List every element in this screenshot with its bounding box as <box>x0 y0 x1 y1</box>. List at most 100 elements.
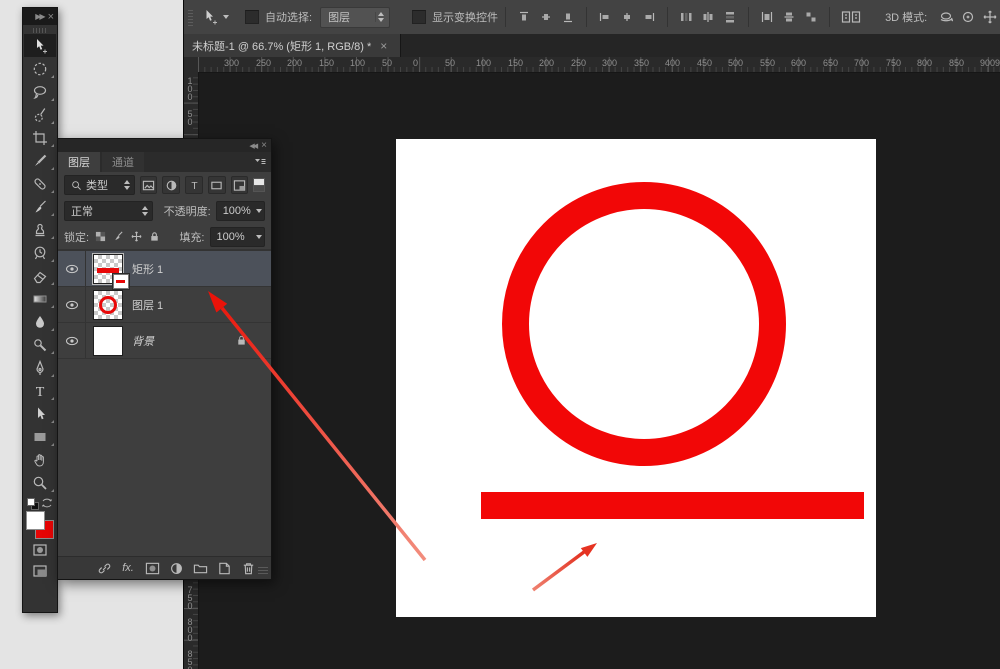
swap-colors-icon[interactable] <box>41 497 53 509</box>
tool-clone-stamp[interactable] <box>24 218 56 241</box>
panel-resize-grip[interactable] <box>258 566 268 574</box>
tool-type[interactable]: T <box>24 379 56 402</box>
canvas[interactable] <box>396 139 876 617</box>
distribute-top-edges-icon[interactable] <box>677 8 695 26</box>
quick-mask-button[interactable] <box>24 539 56 560</box>
adjustment-layer-icon[interactable] <box>168 560 184 576</box>
toolbox-grip[interactable] <box>33 28 47 33</box>
tool-spot-healing-brush[interactable] <box>24 172 56 195</box>
close-panel-icon[interactable]: × <box>261 140 267 151</box>
distribute-right-edges-icon[interactable] <box>802 8 820 26</box>
panel-menu-icon[interactable] <box>253 156 267 168</box>
3d-roll-icon[interactable] <box>959 8 977 26</box>
tab-channels[interactable]: 通道 <box>102 152 144 172</box>
new-layer-icon[interactable] <box>216 560 232 576</box>
layer-style-button[interactable]: fx. <box>120 560 136 576</box>
lock-pixels-icon[interactable] <box>112 230 125 243</box>
show-transform-checkbox[interactable] <box>412 10 426 24</box>
filter-pixel-layers-icon[interactable] <box>140 176 158 194</box>
close-panel-icon[interactable]: × <box>48 11 54 23</box>
tool-rectangle-shape[interactable] <box>24 425 56 448</box>
ruler-label: 350 <box>634 58 649 68</box>
distribute-left-edges-icon[interactable] <box>758 8 776 26</box>
tool-move[interactable] <box>24 34 56 57</box>
fill-field[interactable]: 100% <box>210 227 265 247</box>
layer-name[interactable]: 图层 1 <box>132 297 163 313</box>
delete-layer-icon[interactable] <box>240 560 256 576</box>
visibility-toggle[interactable] <box>58 323 86 358</box>
distribute-bottom-edges-icon[interactable] <box>721 8 739 26</box>
tool-gradient[interactable] <box>24 287 56 310</box>
opacity-field[interactable]: 100% <box>216 201 265 221</box>
lock-all-icon[interactable] <box>148 230 161 243</box>
align-horizontal-centers-icon[interactable] <box>618 8 636 26</box>
filter-type-layers-icon[interactable]: T <box>185 176 203 194</box>
layer-thumbnail[interactable] <box>93 290 123 320</box>
tool-eraser[interactable] <box>24 264 56 287</box>
new-group-icon[interactable] <box>192 560 208 576</box>
tool-eyedropper[interactable] <box>24 149 56 172</box>
distribute-horizontal-centers-icon[interactable] <box>780 8 798 26</box>
layer-name[interactable]: 背景 <box>132 333 154 349</box>
tool-history-brush[interactable] <box>24 241 56 264</box>
tool-preset-caret-icon[interactable] <box>223 15 229 19</box>
auto-select-dropdown[interactable]: 图层 <box>320 7 390 28</box>
options-grip[interactable] <box>188 8 193 26</box>
visibility-toggle[interactable] <box>58 287 86 322</box>
tool-pen[interactable] <box>24 356 56 379</box>
tool-crop[interactable] <box>24 126 56 149</box>
tool-brush[interactable] <box>24 195 56 218</box>
tool-path-selection[interactable] <box>24 402 56 425</box>
align-left-edges-icon[interactable] <box>596 8 614 26</box>
blend-mode-dropdown[interactable]: 正常 <box>64 201 153 221</box>
link-layers-icon[interactable] <box>96 560 112 576</box>
fill-label: 填充: <box>179 229 204 245</box>
tool-lasso[interactable] <box>24 80 56 103</box>
tool-quick-selection[interactable] <box>24 103 56 126</box>
align-vertical-centers-icon[interactable] <box>537 8 555 26</box>
align-right-edges-icon[interactable] <box>640 8 658 26</box>
layer-name[interactable]: 矩形 1 <box>132 261 163 277</box>
filter-toggle-switch[interactable] <box>253 178 265 192</box>
collapse-panel-icon[interactable]: ▶▶ <box>35 12 43 21</box>
tool-zoom[interactable] <box>24 471 56 494</box>
distribute-vertical-centers-icon[interactable] <box>699 8 717 26</box>
show-transform-label: 显示变换控件 <box>432 9 498 25</box>
visibility-toggle[interactable] <box>58 251 86 286</box>
ruler-label: 200 <box>539 58 554 68</box>
tool-hand[interactable] <box>24 448 56 471</box>
foreground-color-swatch[interactable] <box>26 511 45 530</box>
3d-drag-icon[interactable] <box>981 8 999 26</box>
tool-elliptical-marquee[interactable] <box>24 57 56 80</box>
ruler-top[interactable]: 3002502001501005005010015020025030035040… <box>198 57 1000 73</box>
align-bottom-edges-icon[interactable] <box>559 8 577 26</box>
tab-layers[interactable]: 图层 <box>58 152 100 172</box>
filter-adjustment-layers-icon[interactable] <box>162 176 180 194</box>
ruler-corner[interactable] <box>184 57 199 73</box>
layer-row-background[interactable]: 背景 <box>58 323 271 359</box>
layer-row-rectangle-1[interactable]: 矩形 1 <box>58 251 271 287</box>
move-tool-icon <box>201 8 219 26</box>
lock-position-icon[interactable] <box>130 230 143 243</box>
filter-type-dropdown[interactable]: 类型 <box>64 175 135 195</box>
filter-smart-objects-icon[interactable] <box>231 176 249 194</box>
screen-mode-button[interactable] <box>24 560 56 581</box>
default-colors-icon[interactable] <box>27 498 35 506</box>
align-top-edges-icon[interactable] <box>515 8 533 26</box>
auto-select-checkbox[interactable] <box>245 10 259 24</box>
red-bar-shape[interactable] <box>481 492 864 519</box>
tab-close-icon[interactable]: × <box>380 39 387 53</box>
add-mask-icon[interactable] <box>144 560 160 576</box>
layer-thumbnail[interactable] <box>93 326 123 356</box>
auto-align-layers-icon[interactable] <box>839 8 863 26</box>
tool-dodge[interactable] <box>24 333 56 356</box>
layer-row-layer-1[interactable]: 图层 1 <box>58 287 271 323</box>
document-tab[interactable]: 未标题-1 @ 66.7% (矩形 1, RGB/8) * × <box>184 34 401 57</box>
red-ring-shape[interactable] <box>502 182 786 466</box>
layer-thumbnail[interactable] <box>93 254 123 284</box>
collapse-panel-icon[interactable]: ◀◀ <box>249 142 256 150</box>
3d-rotate-icon[interactable] <box>937 8 955 26</box>
tool-blur[interactable] <box>24 310 56 333</box>
lock-transparency-icon[interactable] <box>94 230 107 243</box>
filter-shape-layers-icon[interactable] <box>208 176 226 194</box>
